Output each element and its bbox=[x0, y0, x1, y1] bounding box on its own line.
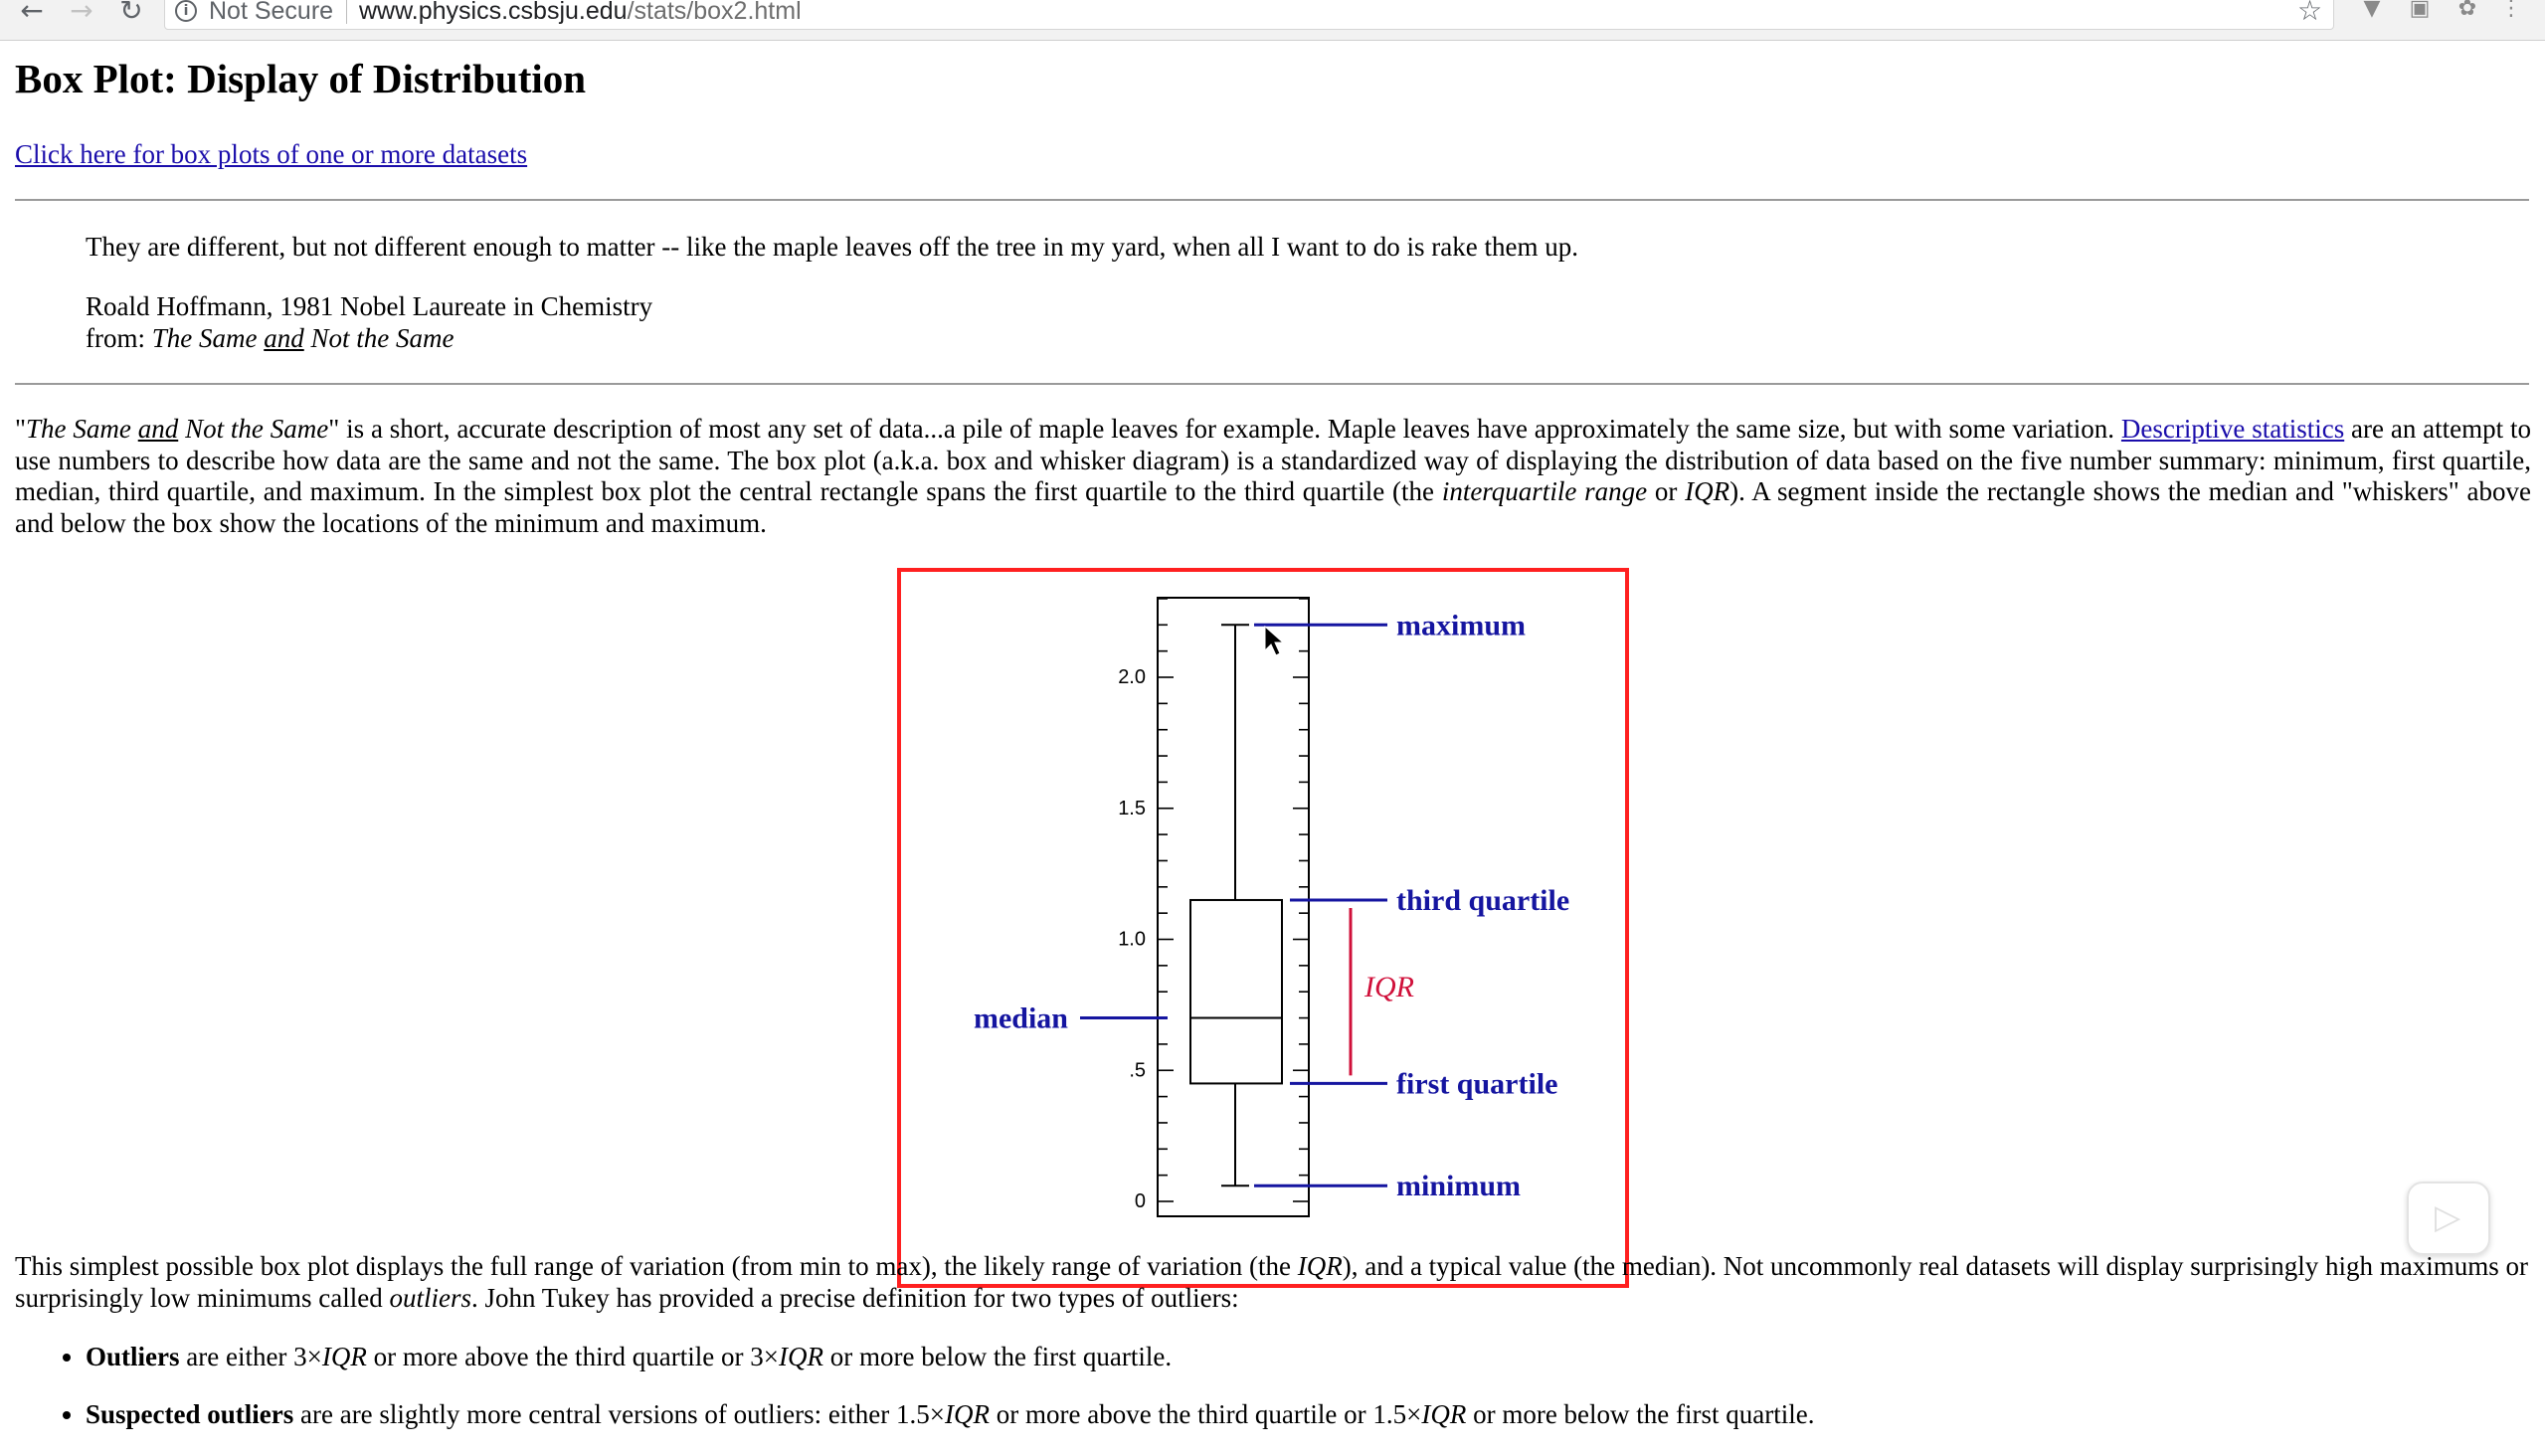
para-text-1: " is a short, accurate description of mo… bbox=[328, 414, 2121, 444]
outliers-paragraph: This simplest possible box plot displays… bbox=[15, 1251, 2531, 1314]
bullet2-iqr-1: IQR bbox=[945, 1399, 990, 1429]
extension-filter-icon[interactable]: ▼ bbox=[2359, 0, 2385, 22]
median-label: median bbox=[974, 1002, 1068, 1035]
box-plot-chart: 0 .5 1.0 1.5 2.0 maximum third quartile first q… bbox=[974, 597, 1569, 1217]
list-item: Outliers are either 3×IQR or more above … bbox=[86, 1341, 1815, 1372]
divider-top bbox=[15, 199, 2529, 201]
bullet1-text-a: are either 3× bbox=[179, 1342, 322, 1371]
y-tick-label: 2.0 bbox=[1118, 666, 1146, 688]
security-label[interactable]: Not Secure bbox=[209, 0, 333, 26]
video-play-button[interactable]: ▷ bbox=[2407, 1182, 2490, 1255]
page-title: Box Plot: Display of Distribution bbox=[15, 56, 587, 101]
bullet1-text-b: or more above the third quartile or 3× bbox=[366, 1342, 779, 1371]
bullet1-term: Outliers bbox=[86, 1342, 180, 1371]
para-title-part1: The Same bbox=[26, 414, 138, 444]
book-title-and: and bbox=[264, 323, 304, 353]
box-plot-figure: 0 .5 1.0 1.5 2.0 maximum third quartile first q… bbox=[897, 568, 1629, 1288]
url-divider bbox=[346, 0, 347, 24]
first-quartile-label: first quartile bbox=[1396, 1067, 1557, 1100]
back-arrow-icon[interactable]: ← bbox=[12, 0, 52, 26]
box-plot-datasets-link[interactable]: Click here for box plots of one or more … bbox=[15, 139, 527, 170]
para-text-or: or bbox=[1647, 476, 1686, 506]
para2-text-1: This simplest possible box plot displays… bbox=[15, 1251, 1298, 1281]
bullet2-text-a: are are slightly more central versions o… bbox=[293, 1399, 946, 1429]
y-tick-label: 1.0 bbox=[1118, 929, 1146, 951]
quote-attribution: Roald Hoffmann, 1981 Nobel Laureate in C… bbox=[86, 290, 652, 354]
iqr-abbrev: IQR bbox=[1685, 476, 1730, 506]
book-title-part2: Not the Same bbox=[303, 323, 454, 353]
maximum-label: maximum bbox=[1396, 609, 1526, 641]
play-icon: ▷ bbox=[2435, 1197, 2461, 1237]
outlier-definitions-list: Outliers are either 3×IQR or more above … bbox=[0, 1341, 1815, 1456]
intro-paragraph: "The Same and Not the Same" is a short, … bbox=[15, 414, 2532, 538]
y-tick-label: 0 bbox=[1135, 1190, 1146, 1212]
book-title-part1: The Same bbox=[151, 323, 265, 353]
list-item: Suspected outliers are are slightly more… bbox=[86, 1398, 1815, 1430]
bullet1-text-c: or more below the first quartile. bbox=[822, 1342, 1173, 1371]
bullet2-text-c: or more below the first quartile. bbox=[1466, 1399, 1815, 1429]
bullet1-iqr-1: IQR bbox=[321, 1342, 367, 1371]
browser-toolbar: ← → ↻ i Not Secure www.physics.csbsju.ed… bbox=[0, 0, 2545, 41]
bookmark-star-icon[interactable]: ☆ bbox=[2297, 0, 2322, 27]
mouse-cursor-icon bbox=[1264, 625, 1285, 656]
url-path: /stats/box2.html bbox=[627, 0, 802, 25]
extension-translate-icon[interactable]: ▣ bbox=[2407, 0, 2433, 22]
bullet2-term: Suspected outliers bbox=[86, 1399, 294, 1429]
quote-text: They are different, but not different en… bbox=[86, 232, 1579, 262]
iqr-term: interquartile range bbox=[1441, 476, 1648, 506]
third-quartile-label: third quartile bbox=[1396, 884, 1569, 917]
y-tick-label: 1.5 bbox=[1118, 798, 1146, 819]
forward-arrow-icon[interactable]: → bbox=[62, 0, 101, 26]
para2-outliers: outliers bbox=[389, 1282, 471, 1313]
reload-icon[interactable]: ↻ bbox=[111, 0, 151, 26]
iqr-box bbox=[1189, 898, 1283, 1085]
extension-puzzle-icon[interactable]: ✿ bbox=[2454, 0, 2480, 22]
para2-text-3: . John Tukey has provided a precise defi… bbox=[471, 1282, 1239, 1313]
para-title-part2: Not the Same bbox=[178, 414, 329, 444]
bullet2-iqr-2: IQR bbox=[1421, 1399, 1467, 1429]
y-tick-label: .5 bbox=[1129, 1059, 1146, 1081]
menu-dots-icon[interactable]: ⋮ bbox=[2498, 0, 2524, 22]
para-title-and: and bbox=[137, 414, 179, 444]
info-icon[interactable]: i bbox=[175, 0, 197, 22]
url-text[interactable]: www.physics.csbsju.edu/stats/box2.html bbox=[359, 0, 802, 26]
bullet2-text-b: or more above the third quartile or 1.5× bbox=[990, 1399, 1422, 1429]
bullet1-iqr-2: IQR bbox=[779, 1342, 823, 1371]
url-host: www.physics.csbsju.edu bbox=[359, 0, 628, 25]
minimum-label: minimum bbox=[1396, 1170, 1521, 1202]
attribution-author: Roald Hoffmann, 1981 Nobel Laureate in C… bbox=[86, 291, 653, 321]
attribution-from: from: bbox=[86, 323, 152, 353]
para2-iqr: IQR bbox=[1297, 1251, 1343, 1281]
divider-middle bbox=[15, 383, 2529, 385]
iqr-label: IQR bbox=[1363, 971, 1414, 1003]
descriptive-statistics-link[interactable]: Descriptive statistics bbox=[2121, 414, 2344, 444]
